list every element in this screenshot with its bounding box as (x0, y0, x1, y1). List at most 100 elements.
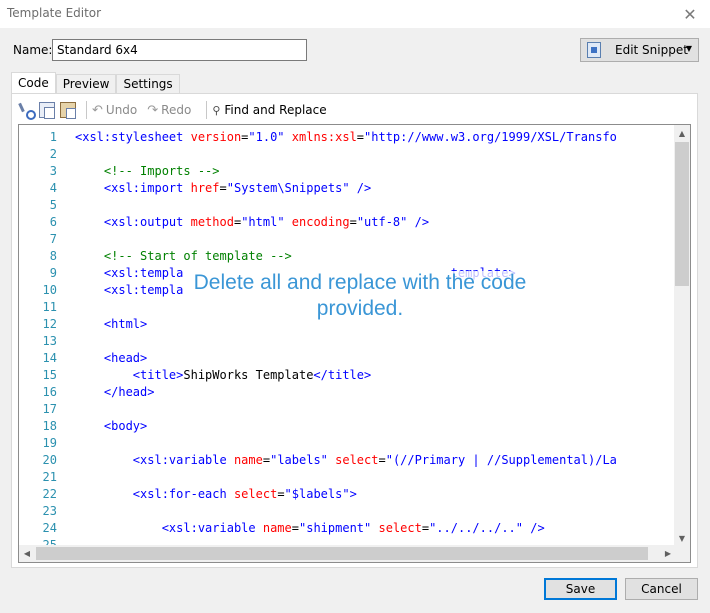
line-number: 11 (42, 300, 57, 314)
horizontal-scrollbar[interactable]: ◀ ▶ (19, 545, 676, 562)
edit-snippet-label: Edit Snippet (615, 43, 688, 57)
code-token: = (219, 181, 227, 195)
line-number: 5 (49, 198, 57, 212)
edit-snippet-button[interactable]: Edit Snippet ▼ (580, 38, 699, 62)
code-token: select (233, 487, 278, 501)
code-line: 8 <!-- Start of template --> (19, 248, 676, 265)
code-token: select (378, 521, 422, 535)
code-line: 24 <xsl:variable name="shipment" select=… (19, 520, 676, 537)
line-number: 4 (49, 181, 57, 195)
code-editor[interactable]: 1 <xsl:stylesheet version = "1.0" xmlns:xsl… (18, 124, 691, 563)
code-text: <html> (75, 316, 147, 333)
paste-icon[interactable] (60, 102, 76, 119)
scroll-left-icon[interactable]: ◀ (19, 545, 35, 562)
code-text: <xsl:output method="html" encoding="utf-… (75, 214, 429, 231)
code-token: name (233, 453, 263, 467)
undo-icon: ↶ (92, 102, 103, 118)
scroll-up-icon[interactable]: ▲ (674, 125, 690, 142)
code-token: <html> (103, 317, 148, 331)
code-token: "shipment" (299, 521, 379, 535)
code-text: <title>ShipWorks Template</title> (75, 367, 371, 384)
code-text: <xsl:variable name="shipment" select="..… (75, 520, 545, 537)
close-button[interactable]: ✕ (670, 0, 710, 28)
code-token: <head> (103, 351, 148, 365)
code-token: = (262, 453, 271, 467)
line-number: 22 (42, 487, 57, 501)
copy-icon[interactable] (39, 102, 55, 119)
vertical-scrollbar[interactable]: ▲ ▼ (674, 125, 690, 547)
code-text: <head> (75, 350, 147, 367)
scroll-corner (674, 545, 690, 562)
code-line: 5 (19, 197, 676, 214)
redo-label: Redo (161, 103, 192, 117)
code-line: 3 <!-- Imports --> (19, 163, 676, 180)
code-line: 7 (19, 231, 676, 248)
code-line: 1 <xsl:stylesheet version = "1.0" xmlns:xsl… (19, 129, 676, 146)
line-number: 2 (49, 147, 57, 161)
code-token: "utf-8" /> (356, 215, 430, 229)
code-text: <xsl:variable name="labels" select="(//P… (75, 452, 617, 469)
code-token: = (356, 130, 365, 144)
tab-settings[interactable]: Settings (116, 74, 180, 94)
code-token: href (190, 181, 220, 195)
code-token: <xsl:output (103, 215, 191, 229)
tab-code[interactable]: Code (11, 72, 56, 94)
instruction-overlay: Delete all and replace with the code pro… (175, 270, 545, 322)
chevron-down-icon[interactable]: ▼ (686, 44, 692, 53)
code-token: = (291, 521, 299, 535)
code-line: 17 (19, 401, 676, 418)
line-number: 10 (42, 283, 57, 297)
code-line: 2 (19, 146, 676, 163)
find-replace-icon: ⚲ (212, 103, 221, 117)
undo-button[interactable]: ↶ Undo (92, 103, 137, 118)
line-number: 17 (42, 402, 57, 416)
code-token: = (277, 487, 285, 501)
redo-button[interactable]: ↷ Redo (147, 103, 191, 118)
cancel-button[interactable]: Cancel (625, 578, 698, 600)
line-number: 14 (42, 351, 57, 365)
code-line: 16 </head> (19, 384, 676, 401)
code-line: 4 <xsl:import href="System\Snippets" /> (19, 180, 676, 197)
title-bar: Template Editor ✕ (0, 0, 710, 28)
code-text: <body> (75, 418, 147, 435)
find-replace-button[interactable]: ⚲ Find and Replace (212, 103, 326, 117)
code-line: 18 <body> (19, 418, 676, 435)
horizontal-scroll-thumb[interactable] (36, 547, 648, 560)
code-text: <!-- Imports --> (75, 163, 220, 180)
code-token: <xsl:import (103, 181, 191, 195)
line-number: 24 (42, 521, 57, 535)
tab-strip: Code Preview Settings (11, 72, 180, 94)
save-button[interactable]: Save (544, 578, 617, 600)
code-text: <xsl:templa (75, 282, 183, 299)
toolbar-divider (86, 101, 87, 119)
line-number: 6 (49, 215, 57, 229)
code-text: </head> (75, 384, 155, 401)
name-label: Name: (13, 43, 53, 57)
code-line: 22 <xsl:for-each select="$labels"> (19, 486, 676, 503)
line-number: 21 (42, 470, 57, 484)
code-line: 23 (19, 503, 676, 520)
tab-preview[interactable]: Preview (55, 74, 117, 94)
redo-icon: ↷ (147, 102, 159, 118)
instruction-text: Delete all and replace with the code pro… (193, 271, 527, 320)
name-field[interactable] (52, 39, 307, 61)
code-lines: 1 <xsl:stylesheet version = "1.0" xmlns:xsl… (19, 125, 676, 547)
cut-icon[interactable] (18, 102, 36, 120)
vertical-scroll-thumb[interactable] (675, 142, 689, 286)
line-number: 12 (42, 317, 57, 331)
code-token: "System\Snippets" /> (226, 181, 372, 195)
code-token: xmlns:xsl (291, 130, 357, 144)
code-token: "http://www.w3.org/1999/XSL/Transfo (364, 130, 617, 144)
code-token: "html" (241, 215, 292, 229)
code-token: "1.0" (248, 130, 292, 144)
code-token: ShipWorks Template (183, 368, 314, 382)
code-text: <xsl:import href="System\Snippets" /> (75, 180, 371, 197)
line-number: 9 (49, 266, 57, 280)
